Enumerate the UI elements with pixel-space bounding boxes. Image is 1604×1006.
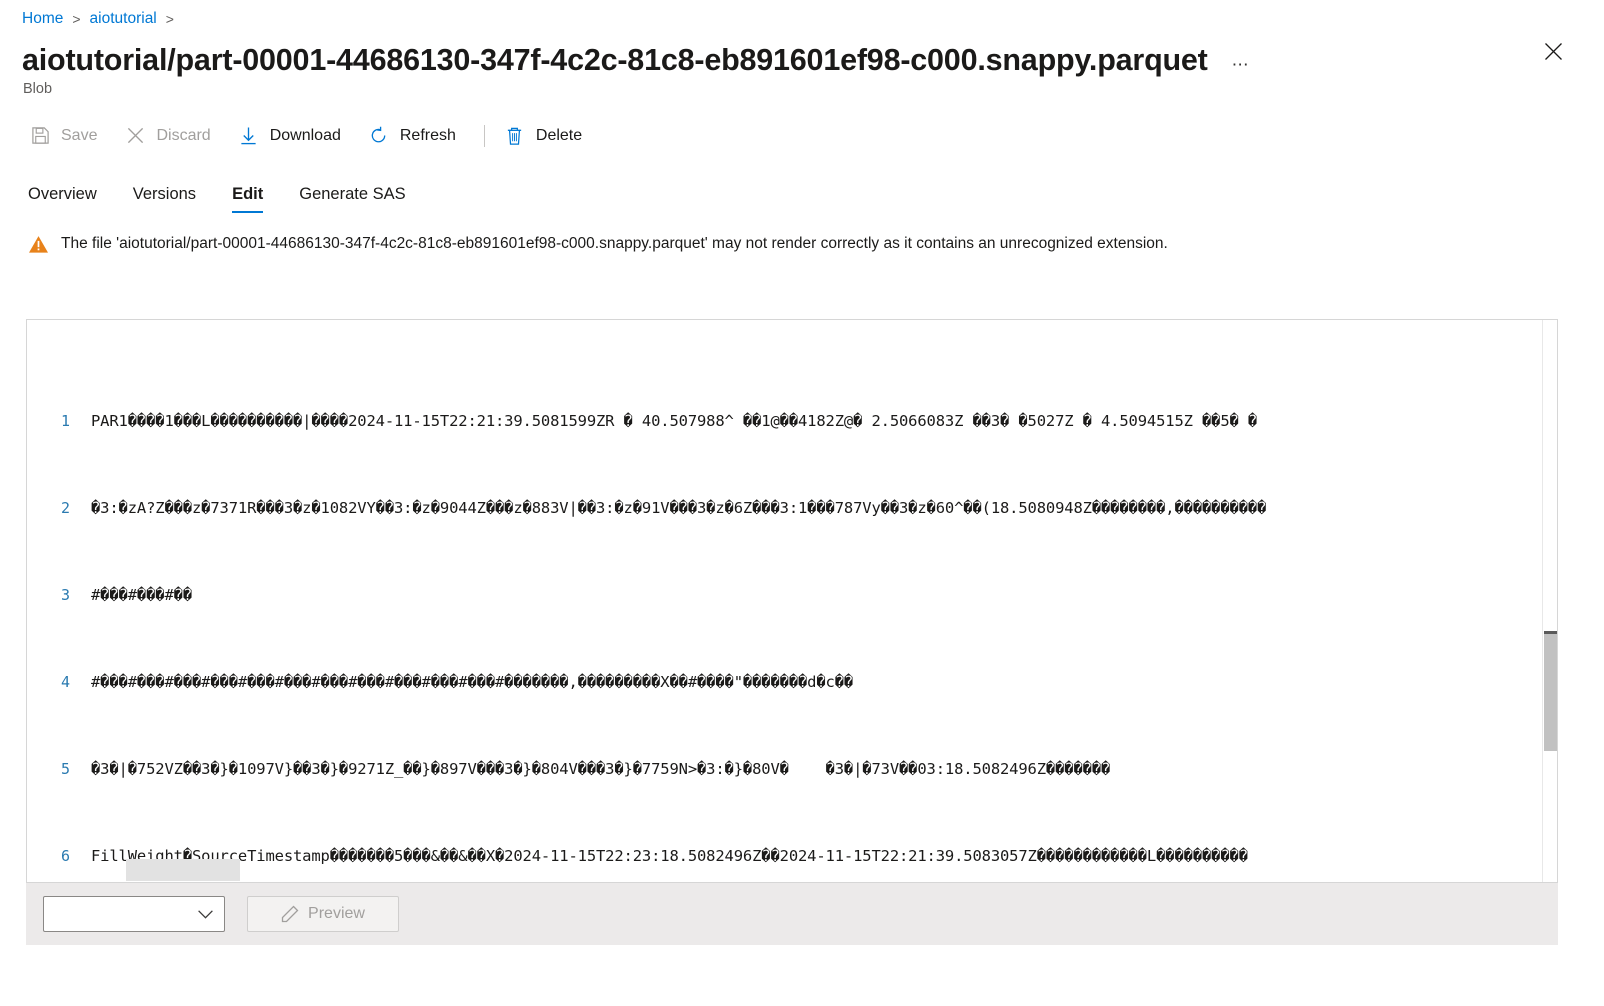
- code-line: 4 #���#���#���#���#���#���#���#���#���#�…: [27, 668, 1557, 697]
- title-row: aiotutorial/part-00001-44686130-347f-4c2…: [0, 30, 1604, 77]
- discard-button-label: Discard: [156, 126, 211, 144]
- refresh-button-label: Refresh: [399, 126, 456, 144]
- tab-generate-sas[interactable]: Generate SAS: [299, 185, 405, 213]
- line-text: #���#���#���#���#���#���#���#���#���#���…: [91, 673, 854, 691]
- delete-button[interactable]: Delete: [501, 119, 592, 153]
- save-button-label: Save: [61, 126, 98, 144]
- line-text: PAR1����1���L����������|����2024-11-15T2…: [91, 412, 1258, 430]
- breadcrumb: Home > aiotutorial >: [0, 0, 1604, 30]
- breadcrumb-item-home[interactable]: Home: [22, 10, 63, 28]
- line-number: 2: [60, 499, 70, 517]
- ellipsis-icon[interactable]: ⋯: [1232, 56, 1251, 73]
- save-icon: [28, 125, 52, 147]
- code-area[interactable]: 1 PAR1����1���L����������|����2024-11-15…: [27, 320, 1557, 882]
- line-number: 5: [60, 760, 70, 778]
- encoding-dropdown[interactable]: [43, 896, 225, 932]
- preview-button[interactable]: Preview: [247, 896, 399, 932]
- refresh-button[interactable]: Refresh: [365, 119, 466, 153]
- line-number: 4: [60, 673, 70, 691]
- warning-message: The file 'aiotutorial/part-00001-4468613…: [0, 213, 1604, 254]
- tab-versions[interactable]: Versions: [133, 185, 196, 213]
- tab-list: Overview Versions Edit Generate SAS: [0, 157, 1604, 213]
- code-line: 3 #���#���#��: [27, 581, 1557, 610]
- editor-horizontal-scrollbar[interactable]: [27, 859, 1557, 882]
- line-text: �3:�zA?Z���z�7371R���3�z�1082VY��3:�z�90…: [91, 499, 1267, 517]
- pencil-icon: [281, 905, 299, 923]
- command-separator: [483, 124, 485, 147]
- warning-text: The file 'aiotutorial/part-00001-4468613…: [61, 235, 1168, 253]
- page-subtitle: Blob: [23, 80, 53, 97]
- delete-button-label: Delete: [535, 126, 583, 144]
- download-button-label: Download: [269, 126, 341, 144]
- code-line: 5 �3�|�752VZ��3�}�1097V}��3�}�9271Z_��}�…: [27, 755, 1557, 784]
- page-title: aiotutorial/part-00001-44686130-347f-4c2…: [22, 43, 1208, 77]
- editor-vertical-scrollbar[interactable]: [1542, 320, 1557, 882]
- editor-vertical-scrollbar-thumb[interactable]: [1544, 631, 1557, 751]
- command-bar: Save Discard Download Refresh Delete: [0, 97, 1604, 157]
- tab-edit[interactable]: Edit: [232, 185, 264, 213]
- breadcrumb-item-aiotutorial[interactable]: aiotutorial: [90, 10, 157, 28]
- preview-button-label: Preview: [308, 905, 365, 922]
- chevron-down-icon: [197, 909, 214, 920]
- download-arrow-icon: [237, 125, 261, 147]
- tab-overview[interactable]: Overview: [28, 185, 97, 213]
- code-line: 2 �3:�zA?Z���z�7371R���3�z�1082VY��3:�z�…: [27, 494, 1557, 523]
- bottom-action-bar: Preview: [26, 883, 1558, 945]
- code-line: 6 FillWeight�SourceTimestamp�������5���&…: [27, 842, 1557, 871]
- line-number: 6: [60, 847, 70, 865]
- download-button[interactable]: Download: [235, 119, 351, 153]
- refresh-circular-arrow-icon: [367, 125, 391, 147]
- line-text: �3�|�752VZ��3�}�1097V}��3�}�9271Z_��}�89…: [91, 760, 1111, 778]
- save-button[interactable]: Save: [26, 119, 107, 153]
- file-content-editor[interactable]: 1 PAR1����1���L����������|����2024-11-15…: [26, 319, 1558, 883]
- discard-button[interactable]: Discard: [121, 119, 220, 153]
- breadcrumb-separator: >: [72, 11, 81, 27]
- trash-can-icon: [503, 125, 527, 147]
- line-text: FillWeight�SourceTimestamp�������5���&��…: [91, 847, 1248, 865]
- line-number: 1: [60, 412, 70, 430]
- discard-x-icon: [123, 125, 147, 147]
- line-number: 3: [60, 586, 70, 604]
- code-line: 1 PAR1����1���L����������|����2024-11-15…: [27, 407, 1557, 436]
- breadcrumb-separator: >: [165, 11, 174, 27]
- editor-horizontal-scrollbar-thumb[interactable]: [126, 859, 240, 881]
- line-text: #���#���#��: [91, 586, 192, 604]
- warning-triangle-icon: [28, 235, 49, 254]
- close-icon[interactable]: [1538, 36, 1568, 66]
